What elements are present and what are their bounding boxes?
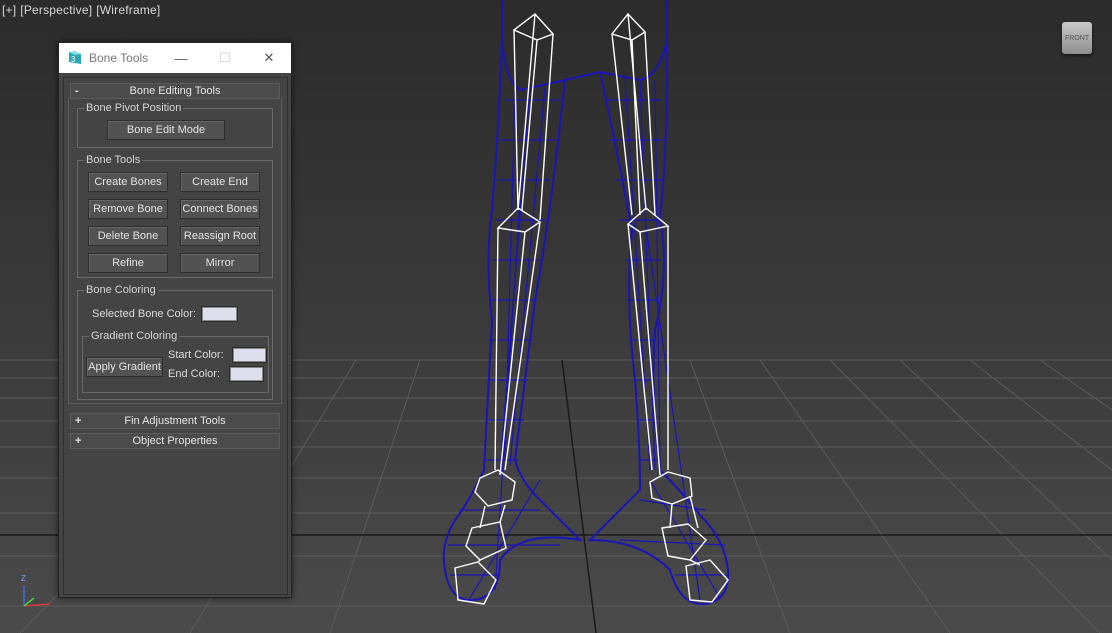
expand-icon: + [75,415,82,427]
selected-bone-color-label: Selected Bone Color: [92,308,196,320]
rollout-bone-editing-tools[interactable]: - Bone Editing Tools [70,83,280,99]
viewport-menu-perspective[interactable]: [Perspective] [20,3,92,17]
viewport-label[interactable]: [+] [Perspective] [Wireframe] [2,3,164,17]
delete-bone-button[interactable]: Delete Bone [88,226,168,246]
close-icon[interactable]: ✕ [247,43,291,73]
group-bone-coloring: Bone Coloring Selected Bone Color: Gradi… [77,284,273,400]
end-color-swatch[interactable] [229,366,264,382]
group-bone-tools: Bone Tools Create Bones Create End Remov… [77,154,273,278]
rollout-title: Bone Editing Tools [129,85,221,97]
start-color-swatch[interactable] [232,347,267,363]
axis-label-z: Z [21,574,26,583]
create-bones-button[interactable]: Create Bones [88,172,168,192]
rollout-bone-editing-body: Bone Pivot Position Bone Edit Mode Bone … [68,98,282,404]
start-color-label: Start Color: [168,349,224,361]
viewport-menu-shading[interactable]: [Wireframe] [96,3,160,17]
apply-gradient-button[interactable]: Apply Gradient [86,357,163,377]
expand-icon: + [75,435,82,447]
group-label: Gradient Coloring [89,330,180,342]
connect-bones-button[interactable]: Connect Bones [180,199,260,219]
minimize-icon[interactable]: — [159,43,203,73]
maximize-icon: ☐ [219,50,231,65]
dialog-title: Bone Tools [89,51,149,65]
group-label: Bone Coloring [84,284,158,296]
selected-bone-color-swatch[interactable] [201,306,238,322]
grid-center-line-y [561,359,597,633]
rollout-title: Fin Adjustment Tools [124,415,226,427]
end-color-label: End Color: [168,368,220,380]
create-end-button[interactable]: Create End [180,172,260,192]
collapse-icon: - [75,85,79,97]
group-bone-pivot-position: Bone Pivot Position Bone Edit Mode [77,102,273,148]
rollout-fin-adjustment-tools[interactable]: + Fin Adjustment Tools [70,413,280,429]
dialog-content: - Bone Editing Tools Bone Pivot Position… [63,77,288,595]
bone-rig [454,12,729,605]
viewcube[interactable]: FRONT [1062,22,1092,54]
remove-bone-button[interactable]: Remove Bone [88,199,168,219]
refine-button[interactable]: Refine [88,253,168,273]
svg-text:3: 3 [71,55,76,64]
group-gradient-coloring: Gradient Coloring Apply Gradient Start C… [82,330,269,393]
dialog-titlebar[interactable]: 3 Bone Tools — ☐ ✕ [59,43,291,73]
bone-edit-mode-button[interactable]: Bone Edit Mode [107,120,225,140]
bone-tools-dialog: 3 Bone Tools — ☐ ✕ - Bone Editing Tools … [58,42,292,598]
axis-tripod [23,586,51,607]
reassign-root-button[interactable]: Reassign Root [180,226,260,246]
group-label: Bone Pivot Position [84,102,184,114]
group-label: Bone Tools [84,154,143,166]
rollout-title: Object Properties [132,435,218,447]
viewcube-face-label: FRONT [1064,34,1090,42]
mirror-button[interactable]: Mirror [180,253,260,273]
rollout-object-properties[interactable]: + Object Properties [70,433,280,449]
viewport-menu-plus[interactable]: [+] [2,3,16,17]
3dsmax-app-icon: 3 [67,50,83,66]
